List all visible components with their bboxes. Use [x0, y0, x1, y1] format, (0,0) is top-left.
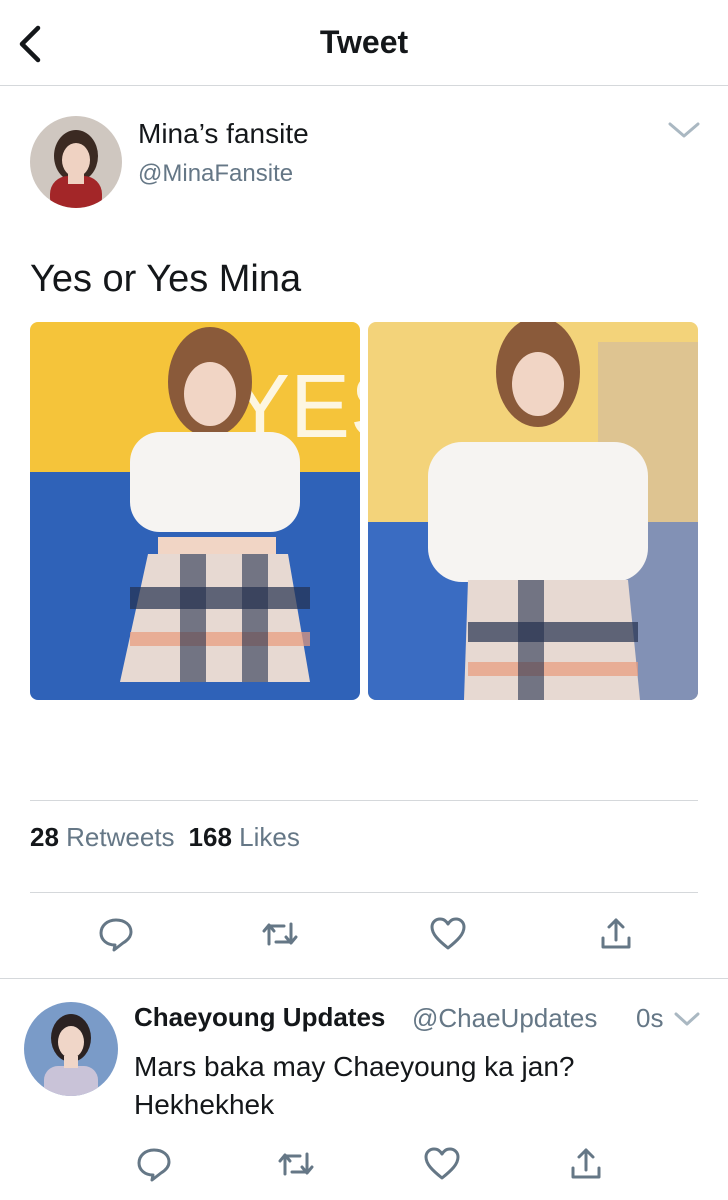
reply-author-name[interactable]: Chaeyoung Updates: [134, 1002, 385, 1033]
author-avatar[interactable]: [30, 116, 122, 208]
chevron-down-icon: [668, 122, 700, 138]
divider: [30, 892, 698, 893]
top-nav-bar: Tweet: [0, 0, 728, 86]
tweet-text: Yes or Yes Mina: [30, 258, 302, 300]
retweets-count: 28: [30, 822, 59, 852]
reply-timestamp: 0s: [636, 1003, 664, 1033]
retweets-label: Retweets: [66, 822, 175, 852]
divider: [30, 800, 698, 801]
section-divider: [0, 978, 728, 979]
chevron-down-icon: [674, 1012, 700, 1026]
retweets-stat[interactable]: 28 Retweets: [30, 822, 175, 852]
author-handle[interactable]: @MinaFansite: [138, 160, 293, 188]
share-icon: [571, 1148, 601, 1179]
reply-retweet-button[interactable]: [276, 1144, 316, 1184]
retweet-icon: [278, 1152, 314, 1176]
retweet-icon: [262, 922, 298, 946]
reply-reply-button[interactable]: [134, 1144, 174, 1184]
likes-label: Likes: [239, 822, 300, 852]
author-name[interactable]: Mina’s fansite: [138, 118, 309, 150]
reply-like-button[interactable]: [422, 1144, 462, 1184]
likes-stat[interactable]: 168 Likes: [189, 822, 300, 852]
tweet-stats: 28 Retweets 168 Likes: [30, 822, 300, 853]
share-icon: [601, 918, 631, 949]
heart-icon: [424, 1147, 460, 1180]
reply-options-button[interactable]: [672, 1006, 702, 1032]
reply-author-handle[interactable]: @ChaeUpdates: [412, 1003, 597, 1034]
page-title: Tweet: [319, 24, 409, 60]
heart-icon: [430, 917, 466, 950]
reply-share-button[interactable]: [566, 1144, 606, 1184]
reply-author-avatar[interactable]: [24, 1002, 118, 1096]
reply-icon: [137, 1148, 171, 1182]
tweet-options-button[interactable]: [664, 116, 704, 146]
like-button[interactable]: [428, 914, 468, 954]
reply-text: Mars baka may Chaeyoung ka jan? Hekhekhe…: [134, 1051, 575, 1120]
tweet-photo-2[interactable]: [368, 322, 698, 700]
reply-button[interactable]: [96, 914, 136, 954]
tweet-photo-1[interactable]: YES: [30, 322, 360, 700]
likes-count: 168: [188, 822, 232, 852]
retweet-button[interactable]: [260, 914, 300, 954]
reply-icon: [99, 918, 133, 952]
share-button[interactable]: [596, 914, 636, 954]
